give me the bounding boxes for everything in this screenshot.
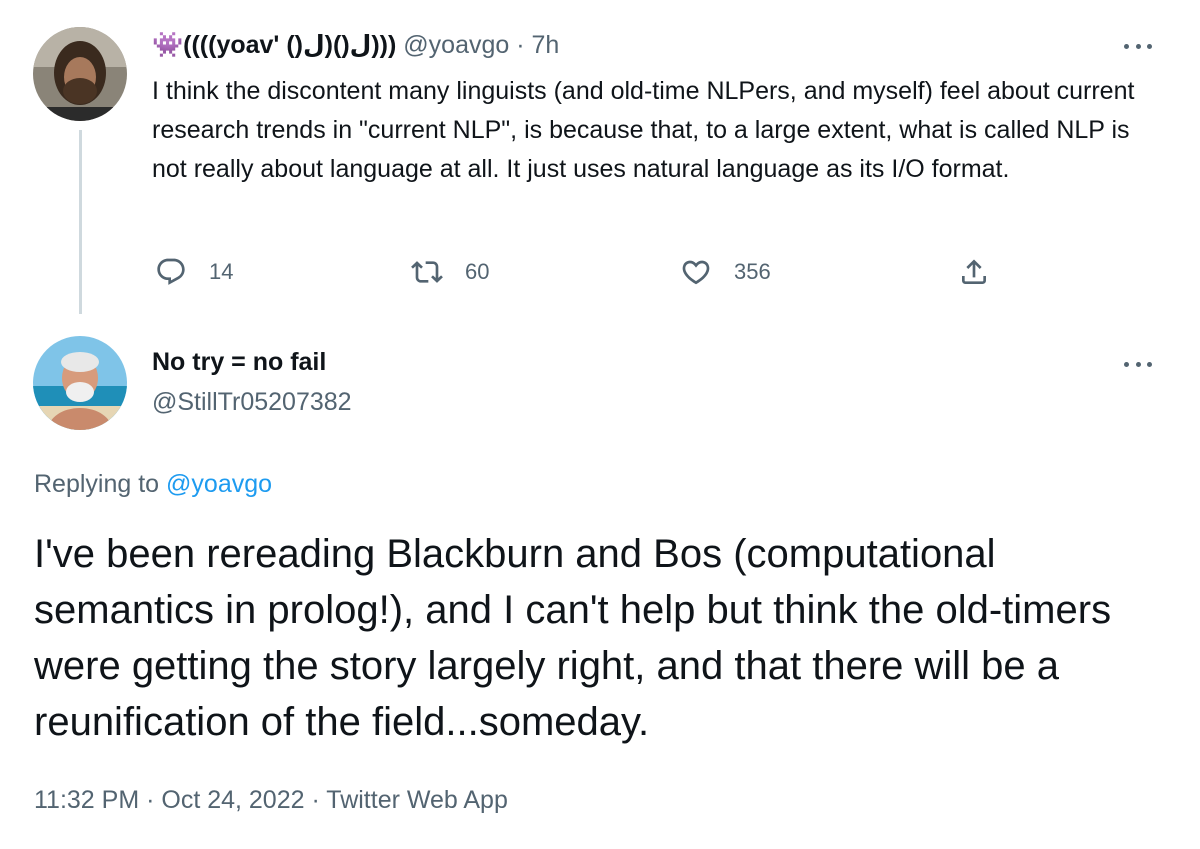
main-tweet-text: I've been rereading Blackburn and Bos (c… bbox=[34, 532, 1112, 744]
share-icon bbox=[962, 259, 986, 284]
main-handle[interactable]: @StillTr05207382 bbox=[152, 388, 352, 417]
avatar-stilltr[interactable] bbox=[33, 336, 127, 430]
source-app-link[interactable]: Twitter Web App bbox=[326, 786, 508, 814]
retweet-count: 60 bbox=[465, 259, 490, 284]
more-icon[interactable] bbox=[1124, 36, 1152, 56]
main-display-name[interactable]: No try = no fail bbox=[152, 348, 326, 377]
reply-count: 14 bbox=[209, 259, 234, 284]
replying-mention-link[interactable]: @yoavgo bbox=[166, 470, 272, 498]
parent-tweet-text: I think the discontent many linguists (a… bbox=[152, 77, 1135, 183]
replying-to-line: Replying to @yoavgo bbox=[34, 470, 272, 499]
like-count: 356 bbox=[734, 259, 771, 284]
reply-button[interactable]: 14 bbox=[155, 256, 233, 288]
share-button[interactable] bbox=[958, 256, 1012, 288]
heart-icon bbox=[682, 260, 710, 285]
retweet-icon bbox=[411, 261, 443, 283]
timestamp[interactable]: 11:32 PM · Oct 24, 2022 · bbox=[34, 786, 326, 814]
parent-display-name[interactable]: ((((yoav' ()ل)()ل))) bbox=[183, 31, 396, 59]
parent-tweet-header: 👾((((yoav' ()ل)()ل))) @yoavgo · 7h bbox=[152, 30, 559, 60]
parent-handle[interactable]: @yoavgo bbox=[403, 31, 509, 59]
retweet-button[interactable]: 60 bbox=[411, 256, 489, 288]
avatar-yoavgo[interactable] bbox=[33, 27, 127, 121]
reply-icon bbox=[157, 258, 185, 285]
meta-separator: · bbox=[509, 31, 532, 59]
parent-time[interactable]: 7h bbox=[532, 31, 560, 59]
thread-connector-line bbox=[79, 130, 82, 314]
space-invader-emoji: 👾 bbox=[152, 31, 184, 59]
more-icon[interactable] bbox=[1124, 354, 1152, 374]
like-button[interactable]: 356 bbox=[680, 256, 771, 288]
replying-prefix: Replying to bbox=[34, 470, 167, 498]
tweet-timestamp-line: 11:32 PM · Oct 24, 2022 · Twitter Web Ap… bbox=[34, 786, 508, 815]
